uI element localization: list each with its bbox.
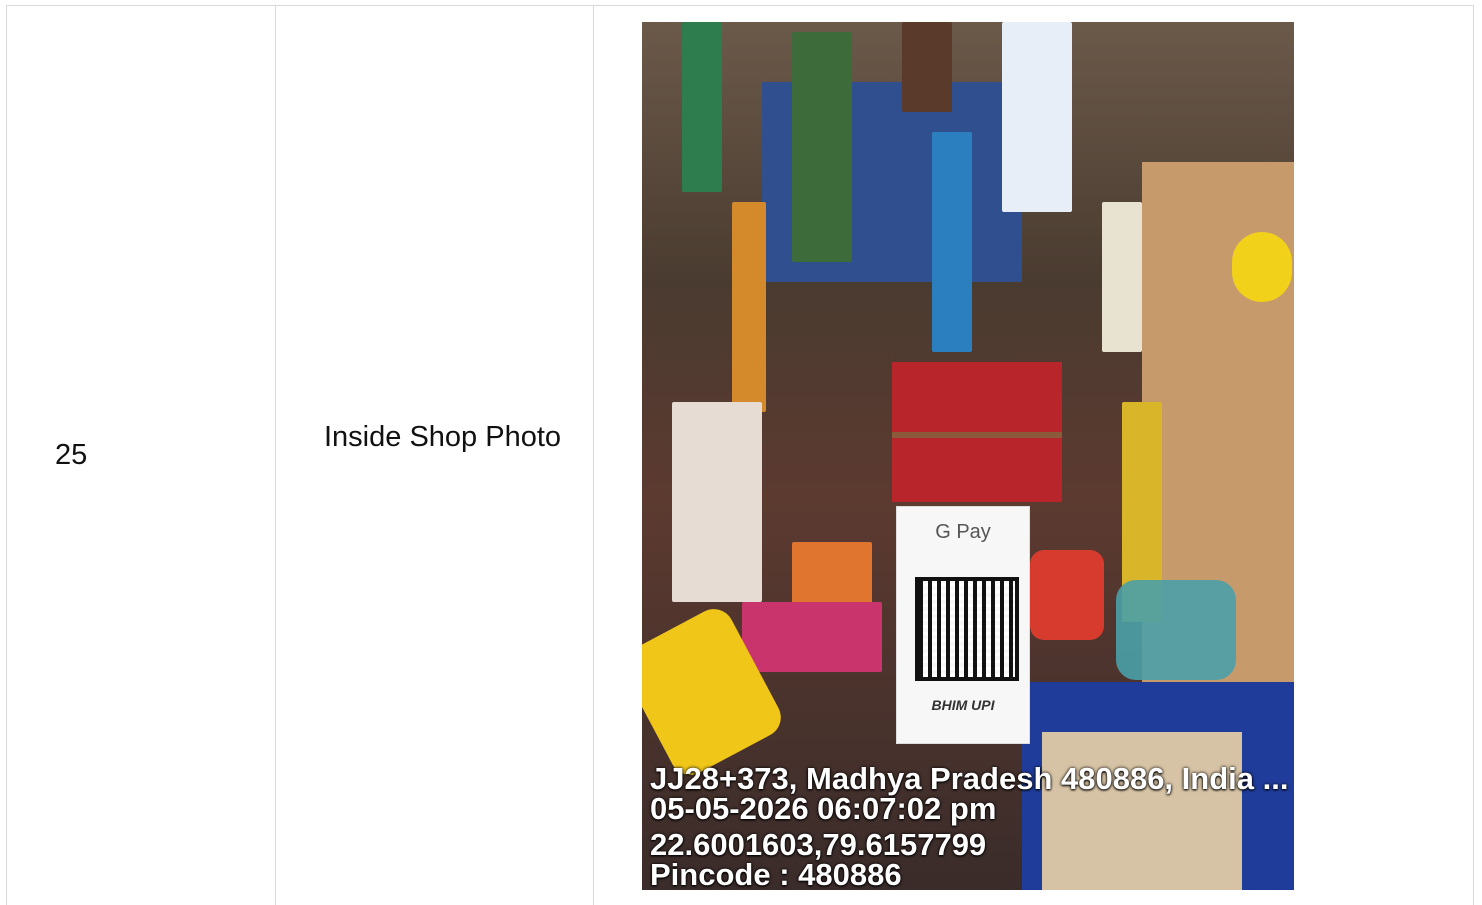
details-table: 25 Inside Shop Photo G Pay BHIM UPI JJ28… bbox=[6, 5, 1474, 905]
snack-boxes bbox=[742, 602, 882, 672]
stamp-address: JJ28+373, Madhya Pradesh 480886, India .… bbox=[650, 761, 1289, 796]
shelf-board bbox=[892, 432, 1062, 438]
hanging-packets bbox=[1102, 202, 1142, 352]
teal-jar bbox=[1116, 580, 1236, 680]
qr-code bbox=[915, 577, 1019, 681]
hanging-packets bbox=[902, 22, 952, 112]
photo-label: Inside Shop Photo bbox=[324, 421, 562, 453]
hanging-flower bbox=[1232, 232, 1292, 302]
red-jar bbox=[1030, 550, 1104, 640]
bhim-upi-logo: BHIM UPI bbox=[931, 697, 995, 713]
geo-stamp: JJ28+373, Madhya Pradesh 480886, India .… bbox=[650, 761, 1294, 890]
hanging-packets bbox=[732, 202, 766, 412]
gpay-logo: G Pay bbox=[935, 521, 991, 543]
hanging-packets bbox=[932, 132, 972, 352]
serial-cell: 25 bbox=[7, 6, 276, 905]
upi-qr-stand: G Pay BHIM UPI bbox=[896, 506, 1030, 744]
stamp-pincode: Pincode : 480886 bbox=[650, 857, 902, 890]
photo-cell: G Pay BHIM UPI JJ28+373, Madhya Pradesh … bbox=[594, 6, 1473, 905]
hanging-packets bbox=[682, 22, 722, 192]
label-cell: Inside Shop Photo bbox=[276, 6, 594, 905]
stamp-coordinates: 22.6001603,79.6157799 bbox=[650, 827, 987, 862]
hanging-packets bbox=[792, 32, 852, 262]
shopkeeper bbox=[672, 402, 762, 602]
hanging-packets bbox=[1002, 22, 1072, 212]
stamp-datetime: 05-05-2026 06:07:02 pm bbox=[650, 791, 997, 826]
serial-number: 25 bbox=[55, 439, 88, 471]
shop-photo: G Pay BHIM UPI JJ28+373, Madhya Pradesh … bbox=[642, 22, 1294, 890]
